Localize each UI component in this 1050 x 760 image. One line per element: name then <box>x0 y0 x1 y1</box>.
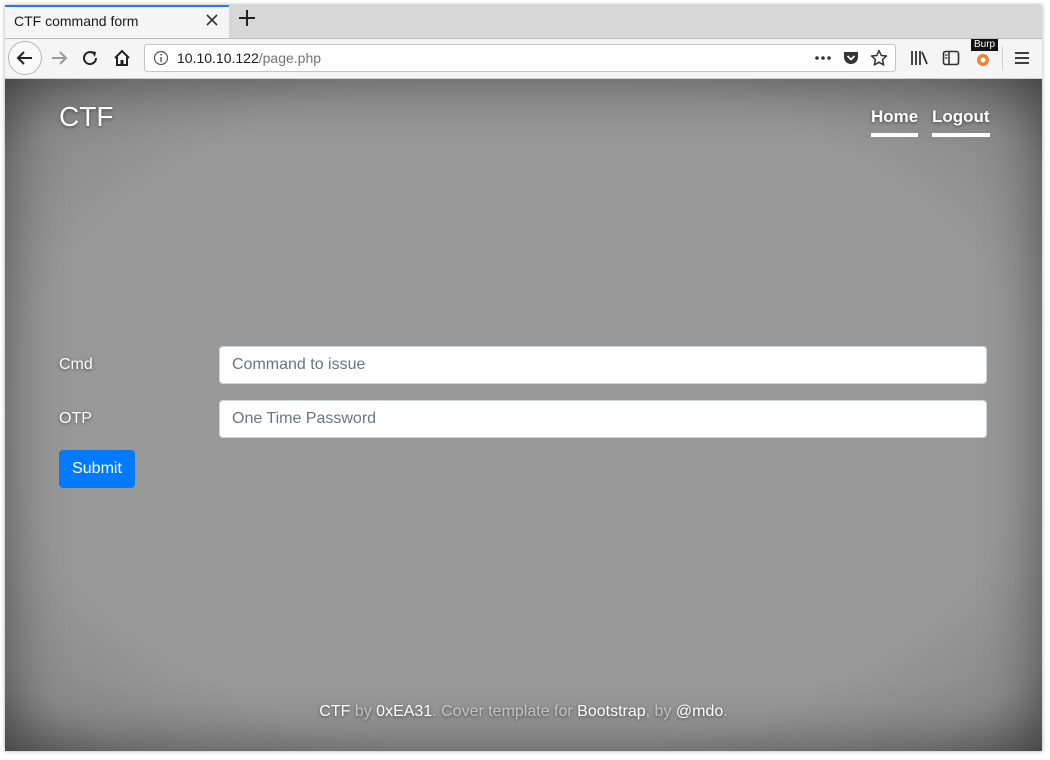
footer-link-author[interactable]: 0xEA31 <box>376 703 432 720</box>
forward-button[interactable] <box>45 43 73 73</box>
footer-link-bootstrap[interactable]: Bootstrap <box>577 703 645 720</box>
pocket-icon[interactable] <box>841 48 861 68</box>
library-icon <box>911 51 928 65</box>
home-icon <box>114 49 130 66</box>
footer-link-ctf[interactable]: CTF <box>319 703 350 720</box>
otp-input[interactable] <box>219 400 987 438</box>
browser-window: CTF command form 10.10.10.122/page.php B… <box>5 5 1042 751</box>
home-button[interactable] <box>108 43 136 73</box>
url-bar[interactable]: 10.10.10.122/page.php <box>144 44 896 72</box>
cmd-label: Cmd <box>59 356 93 373</box>
star-icon[interactable] <box>869 48 889 68</box>
arrow-left-icon <box>16 51 32 65</box>
burp-badge: Burp <box>971 39 999 51</box>
new-tab-button[interactable] <box>235 8 259 32</box>
back-button[interactable] <box>8 41 42 75</box>
tab-strip: CTF command form <box>5 5 1042 39</box>
reload-button[interactable] <box>76 43 104 73</box>
toolbar-divider <box>1002 46 1003 70</box>
tab-active[interactable]: CTF command form <box>5 5 229 38</box>
library-button[interactable] <box>905 44 933 72</box>
page-content: CTF Home Logout Cmd OTP Submit CTF by 0x… <box>5 79 1042 751</box>
burp-extension-button[interactable]: Burp <box>969 39 999 72</box>
url-text[interactable]: 10.10.10.122/page.php <box>177 50 321 66</box>
site-brand: CTF <box>59 101 114 132</box>
footer-text: , by <box>645 703 676 720</box>
burp-extension-icon <box>977 54 989 66</box>
menu-button[interactable] <box>1008 44 1036 72</box>
hamburger-menu-icon <box>1015 52 1029 64</box>
nav-bar: 10.10.10.122/page.php Burp <box>5 39 1042 79</box>
plus-icon <box>239 10 255 26</box>
nav-link-home[interactable]: Home <box>871 107 919 137</box>
reload-icon <box>83 51 98 66</box>
footer-text: . Cover template for <box>432 703 578 720</box>
sidebar-button[interactable] <box>937 44 965 72</box>
nav-link-logout[interactable]: Logout <box>932 107 990 137</box>
submit-button[interactable]: Submit <box>59 450 135 488</box>
info-icon[interactable] <box>153 50 169 66</box>
close-icon[interactable] <box>203 12 221 30</box>
page-footer: CTF by 0xEA31. Cover template for Bootst… <box>5 703 1042 721</box>
cmd-input[interactable] <box>219 346 987 384</box>
more-actions-icon[interactable] <box>813 48 833 68</box>
url-path: /page.php <box>258 50 322 66</box>
footer-text: . <box>723 703 728 720</box>
arrow-right-icon <box>52 51 68 65</box>
otp-label: OTP <box>59 410 92 427</box>
footer-text: by <box>350 703 377 720</box>
footer-link-mdo[interactable]: @mdo <box>676 703 723 720</box>
tab-title: CTF command form <box>14 13 139 29</box>
sidebar-icon <box>942 50 960 66</box>
url-host: 10.10.10.122 <box>177 50 259 66</box>
